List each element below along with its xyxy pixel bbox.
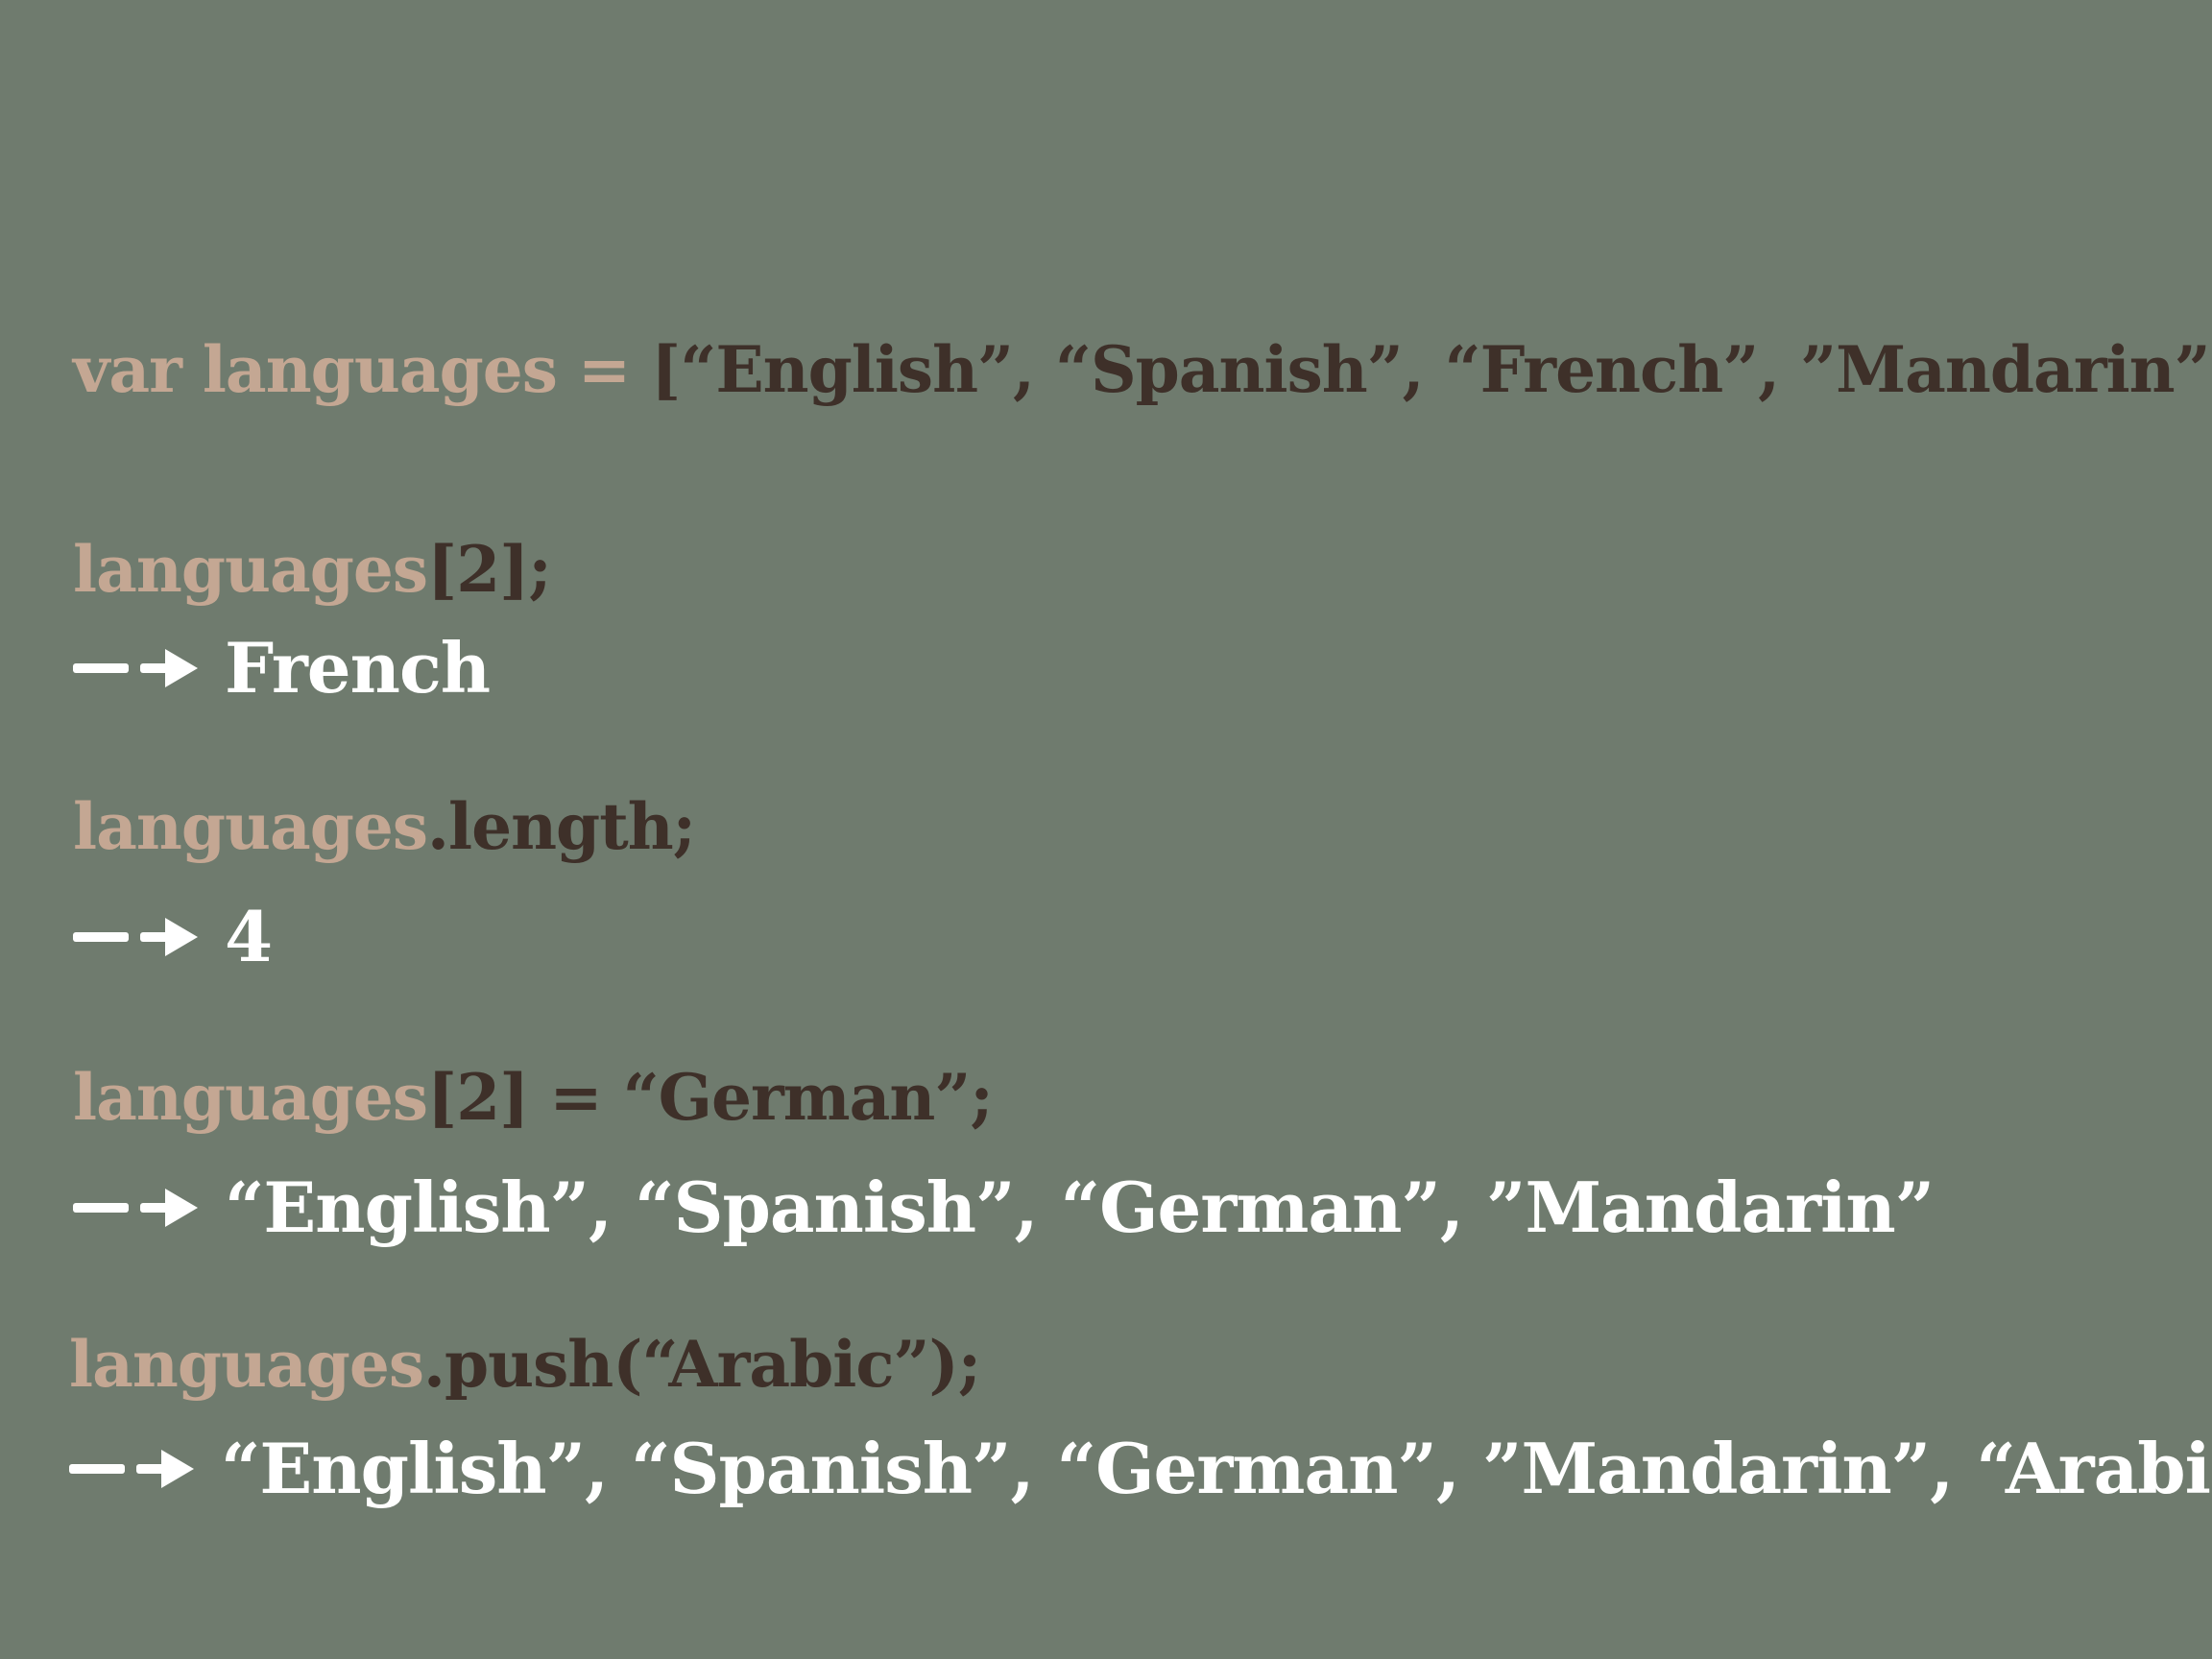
length-rest: .length;: [427, 789, 696, 864]
index-access-result-text: French: [225, 627, 491, 709]
arrow-right-icon: [69, 1450, 194, 1488]
length-result-text: 4: [225, 896, 273, 977]
arrow-right-icon: [73, 918, 198, 956]
length-result: 4: [73, 896, 273, 977]
assignment-line: languages[2] = “German”;: [73, 1066, 994, 1129]
assignment-identifier: languages: [73, 1060, 428, 1135]
assignment-equals: =: [528, 1060, 623, 1135]
push-result-text: “English”, “Spanish”, “German”, ”Mandari…: [221, 1428, 2212, 1509]
declaration-line: var languages = [“English”, “Spanish”, “…: [73, 338, 2212, 401]
index-access-identifier: languages: [73, 532, 428, 607]
length-identifier: languages: [73, 789, 428, 864]
push-identifier: languages: [69, 1327, 424, 1402]
declaration-keyword: var languages =: [73, 332, 652, 407]
declaration-value: [“English”, “Spanish”, “French”, ”Mandar…: [651, 332, 2212, 407]
assignment-result-text: “English”, “Spanish”, “German”, ”Mandari…: [225, 1166, 1935, 1248]
arrow-right-icon: [73, 649, 198, 687]
assignment-value: “German”;: [622, 1060, 994, 1135]
index-access-line: languages[2];: [73, 538, 552, 601]
index-access-result: French: [73, 627, 491, 709]
arrow-right-icon: [73, 1189, 198, 1227]
index-access-rest: [2];: [427, 532, 552, 607]
assignment-result: “English”, “Spanish”, “German”, ”Mandari…: [73, 1166, 1935, 1248]
push-rest: .push(“Arabic”);: [423, 1327, 981, 1402]
assignment-bracket: [2]: [427, 1060, 529, 1135]
length-line: languages.length;: [73, 795, 696, 858]
code-slide: var languages = [“English”, “Spanish”, “…: [0, 0, 2212, 1659]
push-result: “English”, “Spanish”, “German”, ”Mandari…: [69, 1434, 2212, 1503]
push-line: languages.push(“Arabic”);: [69, 1333, 981, 1396]
